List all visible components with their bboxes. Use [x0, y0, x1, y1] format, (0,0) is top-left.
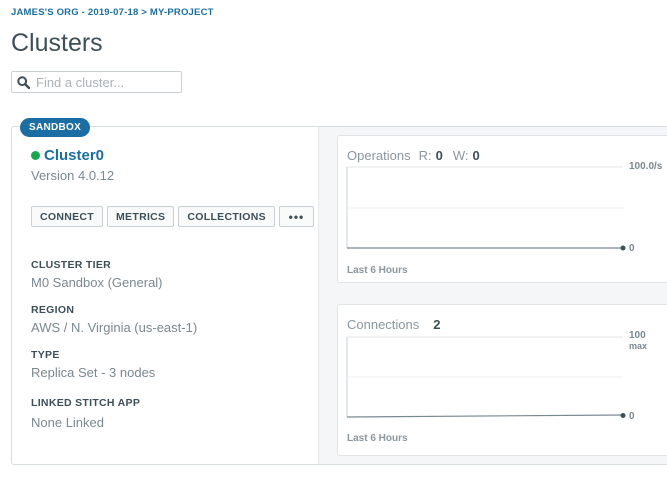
connections-y-max-sublabel: max: [629, 341, 648, 351]
breadcrumb[interactable]: JAMES'S ORG - 2019-07-18 > MY-PROJECT: [11, 7, 214, 18]
cluster-name-link[interactable]: Cluster0: [44, 147, 104, 164]
type-value: Replica Set - 3 nodes: [31, 365, 156, 380]
linked-stitch-app-label: LINKED STITCH APP: [31, 397, 141, 409]
page-title: Clusters: [11, 29, 103, 57]
operations-chart-card[interactable]: Operations R: 0 W: 0 100.0/s 0 Last 6 Ho…: [337, 135, 667, 283]
operations-y-max-label: 100.0/s: [629, 161, 663, 172]
metrics-button[interactable]: METRICS: [107, 206, 175, 227]
operations-timerange: Last 6 Hours: [347, 265, 408, 276]
operations-y-min-label: 0: [629, 243, 635, 254]
connections-series-line: [346, 414, 624, 418]
cluster-tier-value: M0 Sandbox (General): [31, 275, 163, 290]
cluster-name-row: Cluster0: [31, 147, 104, 164]
connections-y-min-label: 0: [629, 411, 635, 422]
cluster-search-box[interactable]: [11, 71, 182, 93]
region-label: REGION: [31, 304, 75, 316]
search-input[interactable]: [36, 74, 176, 90]
operations-last-point: [620, 245, 626, 251]
operations-chart-plot: [346, 166, 626, 251]
type-label: TYPE: [31, 349, 60, 361]
cluster-action-buttons: CONNECT METRICS COLLECTIONS •••: [31, 206, 318, 227]
region-value: AWS / N. Virginia (us-east-1): [31, 320, 198, 335]
linked-stitch-app-value: None Linked: [31, 415, 104, 430]
cluster-info-panel: Cluster0 Version 4.0.12 CONNECT METRICS …: [12, 127, 318, 464]
status-dot-icon: [31, 151, 40, 160]
more-options-button[interactable]: •••: [278, 206, 314, 227]
connect-button[interactable]: CONNECT: [31, 206, 104, 227]
cluster-metrics-panel: Operations R: 0 W: 0 100.0/s 0 Last 6 Ho…: [318, 127, 667, 464]
connections-chart-card[interactable]: Connections 2 100 max 0 Last 6 Hours: [337, 304, 667, 456]
cluster-card: Cluster0 Version 4.0.12 CONNECT METRICS …: [11, 126, 667, 465]
connections-y-max-label: 100: [629, 330, 646, 341]
cluster-version: Version 4.0.12: [31, 168, 115, 183]
collections-button[interactable]: COLLECTIONS: [178, 206, 275, 227]
cluster-tier-label: CLUSTER TIER: [31, 259, 112, 271]
connections-timerange: Last 6 Hours: [347, 433, 408, 444]
search-icon: [17, 75, 30, 89]
connections-last-point: [620, 413, 626, 418]
sandbox-badge: SANDBOX: [20, 118, 91, 137]
